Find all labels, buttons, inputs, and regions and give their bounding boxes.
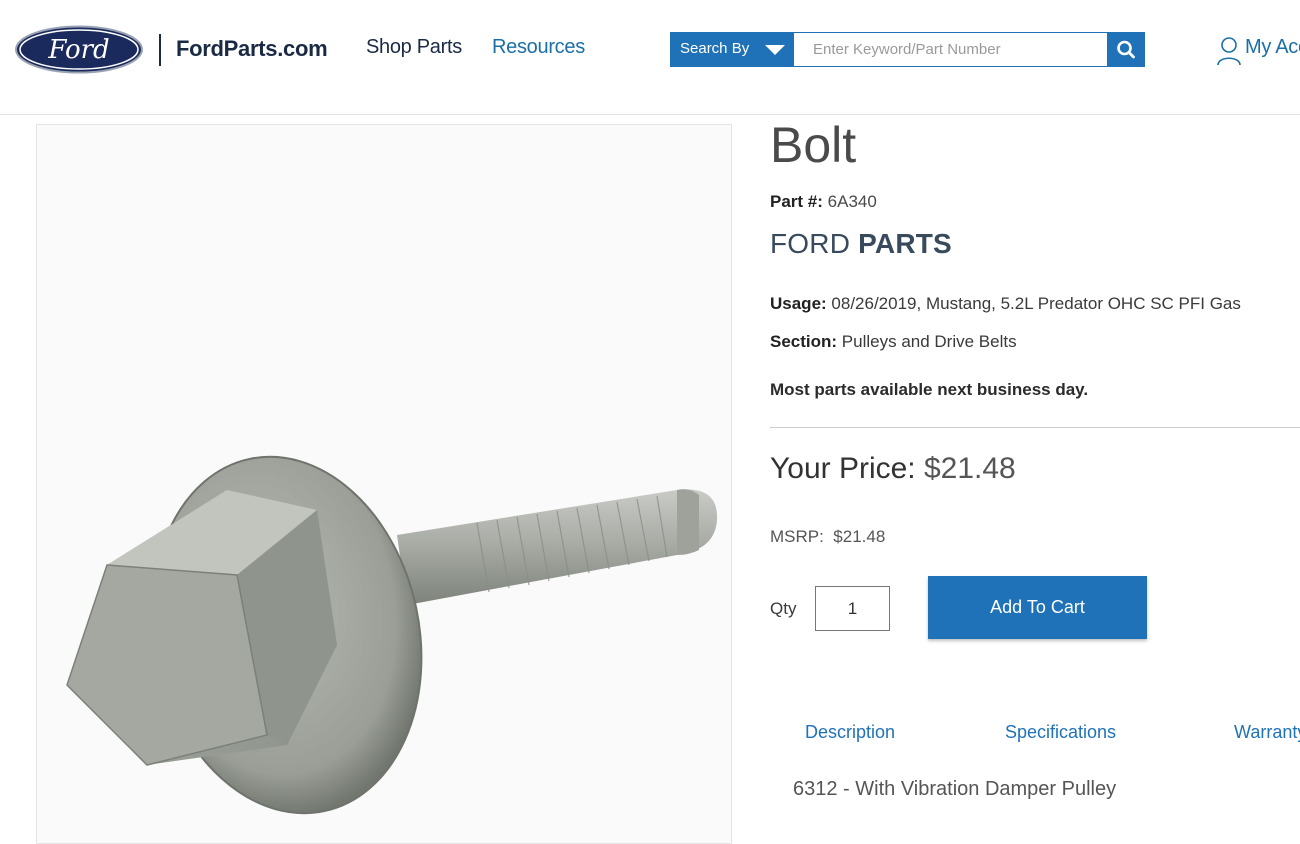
tab-warranty[interactable]: Warranty bbox=[1234, 722, 1300, 743]
brand-bold: PARTS bbox=[858, 228, 952, 259]
your-price: Your Price: $21.48 bbox=[770, 452, 1016, 486]
site-header: Ford FordParts.com Shop Parts Resources … bbox=[0, 0, 1300, 115]
add-to-cart-button[interactable]: Add To Cart bbox=[928, 576, 1147, 639]
my-account-label: My Account bbox=[1245, 36, 1300, 58]
usage-line: Usage: 08/26/2019, Mustang, 5.2L Predato… bbox=[770, 294, 1241, 314]
caret-down-icon bbox=[765, 45, 785, 55]
search-bar: Search By bbox=[670, 32, 1145, 67]
search-by-dropdown[interactable]: Search By bbox=[670, 32, 794, 67]
qty-label: Qty bbox=[770, 599, 797, 618]
section-value: Pulleys and Drive Belts bbox=[841, 332, 1017, 351]
search-by-label: Search By bbox=[680, 40, 750, 57]
product-title: Bolt bbox=[770, 117, 857, 173]
product-image[interactable] bbox=[36, 124, 732, 844]
search-icon bbox=[1117, 40, 1135, 59]
usage-label: Usage: bbox=[770, 294, 827, 313]
usage-value: 08/26/2019, Mustang, 5.2L Predator OHC S… bbox=[831, 294, 1241, 313]
bolt-image bbox=[66, 455, 718, 815]
nav-resources[interactable]: Resources bbox=[492, 36, 585, 59]
msrp-label: MSRP: bbox=[770, 527, 824, 546]
tab-specifications[interactable]: Specifications bbox=[1005, 722, 1116, 743]
nav-shop-parts[interactable]: Shop Parts bbox=[366, 36, 462, 59]
qty-input[interactable] bbox=[815, 586, 890, 631]
price-value: $21.48 bbox=[923, 452, 1016, 485]
price-label: Your Price: bbox=[770, 452, 916, 485]
part-number-label: Part #: bbox=[770, 192, 823, 211]
part-number: Part #: 6A340 bbox=[770, 192, 877, 212]
description-text: 6312 - With Vibration Damper Pulley bbox=[793, 778, 1117, 800]
tab-description[interactable]: Description bbox=[805, 722, 895, 743]
user-icon bbox=[1217, 37, 1241, 66]
availability-note: Most parts available next business day. bbox=[770, 380, 1089, 399]
section-label: Section: bbox=[770, 332, 838, 351]
brand-light: FORD bbox=[770, 228, 851, 259]
svg-text:Ford: Ford bbox=[47, 35, 109, 65]
logo-divider bbox=[159, 34, 161, 66]
divider bbox=[770, 427, 1300, 428]
part-number-value: 6A340 bbox=[827, 192, 877, 211]
search-input[interactable] bbox=[794, 32, 1107, 67]
brand-ford-parts: FORD PARTS bbox=[770, 228, 952, 260]
site-name[interactable]: FordParts.com bbox=[176, 36, 328, 62]
msrp-value: $21.48 bbox=[833, 527, 886, 546]
section-line: Section: Pulleys and Drive Belts bbox=[770, 332, 1017, 352]
ford-logo[interactable]: Ford bbox=[14, 25, 144, 74]
msrp: MSRP: $21.48 bbox=[770, 527, 885, 547]
search-button[interactable] bbox=[1107, 32, 1145, 67]
